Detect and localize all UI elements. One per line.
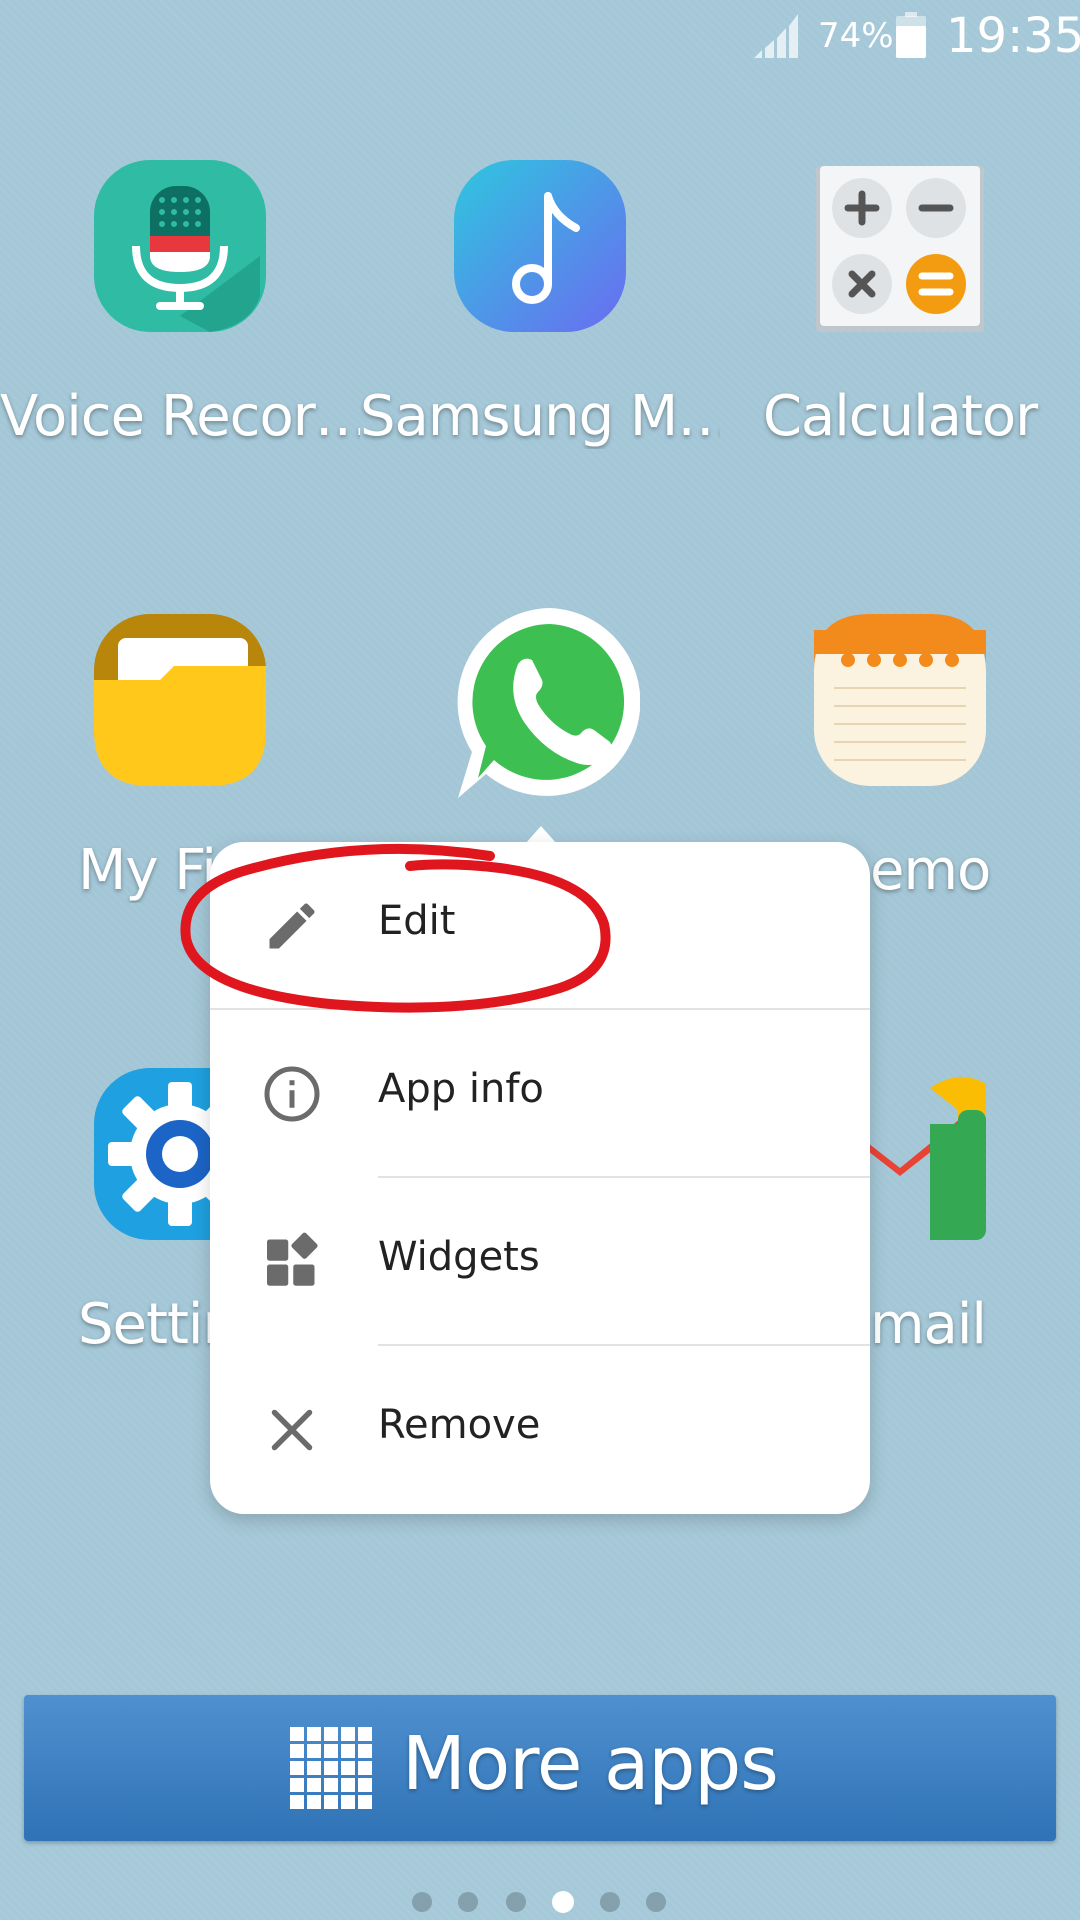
- app-grid-icon: [290, 1727, 372, 1809]
- page-dot[interactable]: [506, 1892, 526, 1912]
- menu-item-remove[interactable]: Remove: [210, 1346, 870, 1514]
- menu-item-app-info[interactable]: App info: [210, 1010, 870, 1178]
- page-dot[interactable]: [458, 1892, 478, 1912]
- close-icon: [271, 1409, 313, 1451]
- menu-item-widgets[interactable]: Widgets: [210, 1178, 870, 1346]
- more-apps-button[interactable]: More apps: [24, 1695, 1056, 1841]
- page-dot[interactable]: [600, 1892, 620, 1912]
- widgets-icon: [267, 1232, 318, 1286]
- notepad-icon: [814, 614, 986, 786]
- app-label: Voice Recor…: [0, 384, 360, 449]
- more-apps-label: More apps: [402, 1721, 779, 1807]
- music-note-icon: [454, 160, 626, 332]
- page-dot[interactable]: [646, 1892, 666, 1912]
- page-indicator: [0, 1890, 1080, 1914]
- folder-icon: [94, 614, 266, 786]
- clock: 19:35: [946, 8, 1080, 64]
- page-dot[interactable]: [412, 1892, 432, 1912]
- app-label: Calculator: [762, 384, 1038, 449]
- info-icon: [264, 1066, 320, 1122]
- whatsapp-icon: [457, 608, 640, 798]
- menu-item-label: App info: [378, 1066, 544, 1112]
- app-label: Samsung M…: [360, 384, 720, 449]
- menu-item-label: Remove: [378, 1402, 541, 1448]
- calculator-icon: [816, 166, 984, 332]
- menu-item-label: Edit: [378, 898, 456, 944]
- battery-icon: [896, 12, 926, 58]
- pencil-icon: [269, 903, 315, 949]
- page-dot-active[interactable]: [552, 1891, 574, 1913]
- menu-item-edit[interactable]: Edit: [210, 842, 870, 1010]
- signal-icon: [754, 14, 798, 58]
- app-context-menu: Edit App info Widgets Remove: [210, 842, 870, 1514]
- status-bar: 74% 19:35: [0, 0, 1080, 72]
- microphone-icon: [94, 160, 266, 332]
- battery-percentage: 74%: [818, 16, 894, 56]
- menu-item-label: Widgets: [378, 1234, 540, 1280]
